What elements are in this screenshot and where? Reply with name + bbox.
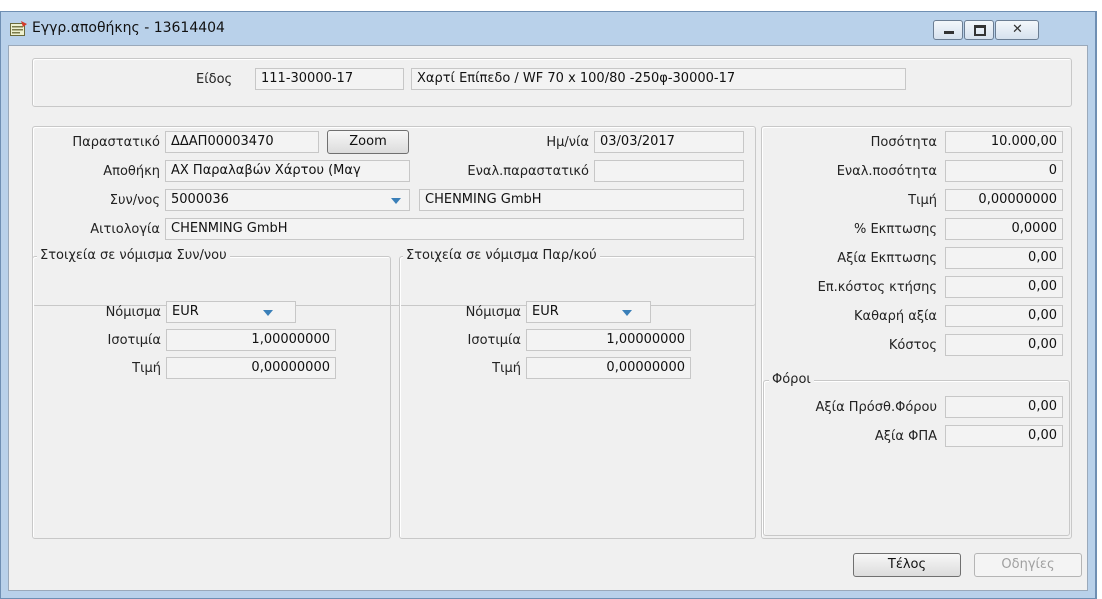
price-label: Τιμή	[908, 193, 937, 208]
discount-value-field[interactable]: 0,00	[945, 247, 1063, 269]
partner-code-select[interactable]: 5000036	[165, 189, 410, 211]
partner-rate-field[interactable]: 1,00000000	[166, 329, 336, 351]
date-label: Ημ/νία	[546, 135, 589, 150]
vat-field[interactable]: 0,00	[945, 425, 1063, 447]
item-code-field[interactable]: 111-30000-17	[255, 68, 404, 90]
partner-rate-label: Ισοτιμία	[107, 333, 162, 348]
alt-quantity-field[interactable]: 0	[945, 160, 1063, 182]
reason-label: Αιτιολογία	[90, 222, 160, 237]
reason-field[interactable]: CHENMING GmbH	[165, 218, 744, 240]
close-button[interactable]: ✕	[995, 20, 1039, 40]
document-currency-label: Νόμισμα	[465, 305, 521, 320]
document-currency-value: EUR	[532, 304, 559, 319]
date-field[interactable]: 03/03/2017	[594, 131, 744, 153]
discount-percent-label: % Εκπτωσης	[853, 222, 937, 237]
chevron-down-icon[interactable]	[391, 198, 401, 204]
instructions-button[interactable]: Οδηγίες	[974, 553, 1082, 577]
partner-currency-select[interactable]: EUR	[166, 301, 296, 323]
acquisition-cost-field[interactable]: 0,00	[945, 276, 1063, 298]
item-label: Είδος	[196, 72, 233, 87]
record-window: Εγγρ.αποθήκης - 13614404 ✕ Είδος 111-300…	[0, 11, 1097, 599]
top-strip	[0, 0, 1102, 10]
quantity-label: Ποσότητα	[870, 135, 937, 150]
partner-name-field[interactable]: CHENMING GmbH	[419, 189, 744, 211]
document-currency-title: Στοιχεία σε νόμισμα Παρ/κού	[403, 248, 600, 263]
partner-code-value: 5000036	[171, 192, 229, 207]
net-value-label: Καθαρή αξία	[853, 309, 937, 324]
end-button[interactable]: Τέλος	[853, 553, 961, 577]
extra-tax-label: Αξία Πρόσθ.Φόρου	[815, 400, 937, 415]
maximize-icon	[974, 25, 986, 36]
cost-label: Κόστος	[888, 338, 937, 353]
partner-price-field[interactable]: 0,00000000	[166, 357, 336, 379]
discount-value-label: Αξία Εκπτωσης	[837, 251, 937, 266]
maximize-button[interactable]	[964, 20, 994, 40]
title-bar[interactable]: Εγγρ.αποθήκης - 13614404 ✕	[1, 12, 1095, 45]
partner-currency-label: Νόμισμα	[105, 305, 161, 320]
cost-field[interactable]: 0,00	[945, 334, 1063, 356]
taxes-title: Φόροι	[769, 372, 814, 387]
item-description-field[interactable]: Χαρτί Επίπεδο / WF 70 x 100/80 -250φ-300…	[411, 68, 906, 90]
window-title: Εγγρ.αποθήκης - 13614404	[32, 20, 225, 36]
vat-label: Αξία ΦΠΑ	[874, 429, 937, 444]
close-icon: ✕	[1012, 22, 1023, 37]
partner-currency-group	[32, 256, 391, 539]
acquisition-cost-label: Επ.κόστος κτήσης	[817, 280, 937, 295]
zoom-button[interactable]: Zoom	[327, 130, 409, 154]
document-price-label: Τιμή	[492, 361, 521, 376]
partner-label: Συν/νος	[109, 193, 160, 208]
minimize-button[interactable]	[933, 20, 963, 40]
form-body: Είδος 111-30000-17 Χαρτί Επίπεδο / WF 70…	[8, 45, 1088, 591]
price-field[interactable]: 0,00000000	[945, 189, 1063, 211]
discount-percent-field[interactable]: 0,0000	[945, 218, 1063, 240]
minimize-icon	[944, 31, 954, 34]
app-icon	[10, 21, 27, 36]
extra-tax-field[interactable]: 0,00	[945, 396, 1063, 418]
document-price-field[interactable]: 0,00000000	[526, 357, 691, 379]
quantity-field[interactable]: 10.000,00	[945, 131, 1063, 153]
document-rate-field[interactable]: 1,00000000	[526, 329, 691, 351]
chevron-down-icon[interactable]	[263, 310, 273, 316]
alt-document-field[interactable]	[594, 160, 744, 182]
document-rate-label: Ισοτιμία	[467, 333, 522, 348]
net-value-field[interactable]: 0,00	[945, 305, 1063, 327]
alt-quantity-label: Εναλ.ποσότητα	[836, 164, 937, 179]
partner-currency-title: Στοιχεία σε νόμισμα Συν/νου	[37, 248, 230, 263]
document-label: Παραστατικό	[72, 135, 160, 150]
document-currency-select[interactable]: EUR	[526, 301, 651, 323]
warehouse-field[interactable]: ΑΧ Παραλαβών Χάρτου (Μαγ	[165, 160, 410, 182]
warehouse-label: Αποθήκη	[103, 164, 160, 179]
partner-currency-value: EUR	[172, 304, 199, 319]
partner-price-label: Τιμή	[132, 361, 161, 376]
alt-document-label: Εναλ.παραστατικό	[467, 164, 589, 179]
document-field[interactable]: ΔΔΑΠ00003470	[165, 131, 319, 153]
document-currency-group	[399, 256, 756, 539]
chevron-down-icon[interactable]	[622, 310, 632, 316]
